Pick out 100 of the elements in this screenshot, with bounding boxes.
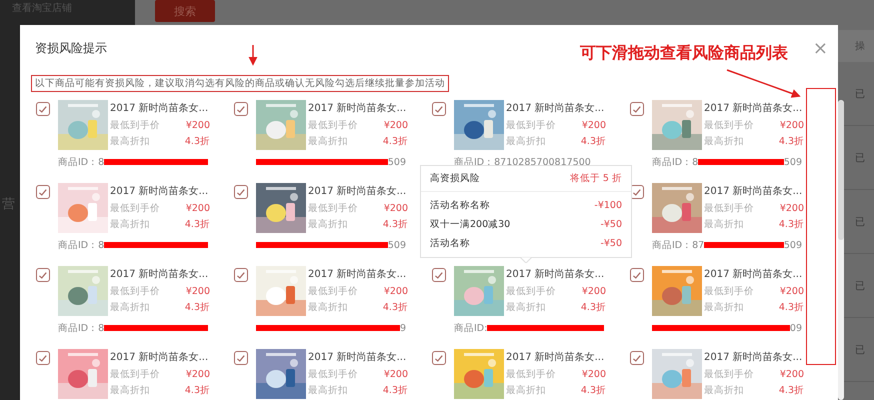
product-title[interactable]: 2017 新时尚苗条女... [308, 183, 408, 201]
check-icon [435, 272, 443, 278]
product-title[interactable]: 2017 新时尚苗条女... [308, 100, 408, 118]
check-icon [633, 272, 641, 278]
checkbox[interactable] [36, 351, 50, 365]
check-icon [435, 354, 443, 362]
checkbox[interactable] [630, 351, 644, 365]
checkbox[interactable] [234, 185, 248, 199]
product-title[interactable]: 2017 新时尚苗条女... [506, 100, 606, 118]
price-value: ¥200 [780, 119, 804, 133]
product-title[interactable]: 2017 新时尚苗条女... [704, 266, 804, 284]
discount-label: 最高折扣 [110, 301, 150, 315]
price-label: 最低到手价 [506, 285, 556, 299]
check-icon [435, 106, 443, 112]
check-icon [633, 188, 641, 196]
discount-value: 4.3折 [778, 135, 804, 149]
check-icon [237, 272, 245, 278]
product-title[interactable]: 2017 新时尚苗条女... [704, 183, 804, 201]
product-id: 商品ID：8 [58, 238, 104, 252]
activity-amount: -¥100 [594, 199, 622, 213]
dialog-title: 资损风险提示 [34, 40, 107, 56]
price-value: ¥200 [582, 368, 606, 382]
product-title[interactable]: 2017 新时尚苗条女... [110, 100, 210, 118]
check-icon [237, 354, 245, 362]
check-icon [237, 106, 245, 112]
discount-value: 4.3折 [184, 135, 210, 149]
product-title[interactable]: 2017 新时尚苗条女... [506, 349, 606, 367]
annotation-text: 可下滑拖动查看风险商品列表 [580, 43, 788, 64]
discount-label: 最高折扣 [704, 384, 744, 398]
price-value: ¥200 [582, 285, 606, 299]
checkbox[interactable] [36, 185, 50, 199]
check-icon [39, 188, 47, 196]
discount-value: 4.3折 [184, 218, 210, 232]
product-title[interactable]: 2017 新时尚苗条女... [308, 349, 408, 367]
discount-label: 最高折扣 [506, 135, 546, 149]
product-title[interactable]: 2017 新时尚苗条女... [704, 100, 804, 118]
product-id: 509 [388, 156, 406, 168]
discount-label: 最高折扣 [110, 384, 150, 398]
checkbox[interactable] [432, 268, 446, 282]
price-value: ¥200 [186, 119, 210, 133]
discount-label: 最高折扣 [308, 135, 348, 149]
product-title[interactable]: 2017 新时尚苗条女... [110, 266, 210, 284]
product-id: 09 [790, 322, 802, 334]
checkbox[interactable] [234, 102, 248, 116]
price-value: ¥200 [780, 202, 804, 216]
product-id: 509 [784, 156, 802, 168]
price-value: ¥200 [186, 368, 210, 382]
notice-text: 以下商品可能有资损风险，建议取消勾选有风险的商品或确认无风险勾选后继续批量参加活动 [31, 75, 449, 92]
price-label: 最低到手价 [704, 202, 754, 216]
discount-value: 4.3折 [778, 301, 804, 315]
discount-value: 4.3折 [580, 301, 606, 315]
discount-label: 最高折扣 [308, 218, 348, 232]
check-icon [39, 272, 47, 278]
price-value: ¥200 [384, 368, 408, 382]
product-title[interactable]: 2017 新时尚苗条女... [506, 266, 606, 284]
price-value: ¥200 [384, 202, 408, 216]
price-label: 最低到手价 [704, 119, 754, 133]
discount-value: 4.3折 [382, 301, 408, 315]
product-id: 509 [784, 240, 802, 250]
product-title[interactable]: 2017 新时尚苗条女... [308, 266, 408, 284]
checkbox[interactable] [234, 351, 248, 365]
checkbox[interactable] [630, 268, 644, 282]
price-value: ¥200 [186, 202, 210, 216]
product-id: 商品ID：8 [58, 156, 104, 168]
price-value: ¥200 [780, 368, 804, 382]
price-label: 最低到手价 [110, 368, 160, 382]
product-title[interactable]: 2017 新时尚苗条女... [110, 349, 210, 367]
product-title[interactable]: 2017 新时尚苗条女... [704, 349, 804, 367]
check-icon [39, 106, 47, 112]
checkbox[interactable] [630, 102, 644, 116]
discount-label: 最高折扣 [506, 301, 546, 315]
price-label: 最低到手价 [308, 285, 358, 299]
checkbox[interactable] [432, 102, 446, 116]
product-id: 9 [400, 322, 406, 334]
product-id: 509 [388, 240, 406, 250]
price-label: 最低到手价 [110, 202, 160, 216]
discount-value: 4.3折 [184, 384, 210, 398]
price-label: 最低到手价 [704, 368, 754, 382]
discount-value: 4.3折 [382, 218, 408, 232]
discount-value: 4.3折 [382, 384, 408, 398]
checkbox[interactable] [234, 268, 248, 282]
scrollbar[interactable] [838, 100, 844, 400]
discount-label: 最高折扣 [704, 301, 744, 315]
checkbox[interactable] [36, 268, 50, 282]
activity-amount: -¥50 [600, 237, 622, 251]
risk-level: 将低于 5 折 [570, 172, 622, 185]
checkbox[interactable] [432, 351, 446, 365]
checkbox[interactable] [36, 102, 50, 116]
checkbox[interactable] [630, 185, 644, 199]
price-label: 最低到手价 [506, 119, 556, 133]
product-id: 商品ID: [454, 322, 488, 334]
discount-value: 4.3折 [184, 301, 210, 315]
scrollbar-thumb[interactable] [838, 100, 844, 240]
product-title[interactable]: 2017 新时尚苗条女... [110, 183, 210, 201]
activity-name: 活动名称名称 [430, 199, 490, 213]
check-icon [633, 354, 641, 362]
price-label: 最低到手价 [110, 119, 160, 133]
price-label: 最低到手价 [308, 119, 358, 133]
price-label: 最低到手价 [308, 368, 358, 382]
activity-amount: -¥50 [600, 218, 622, 232]
